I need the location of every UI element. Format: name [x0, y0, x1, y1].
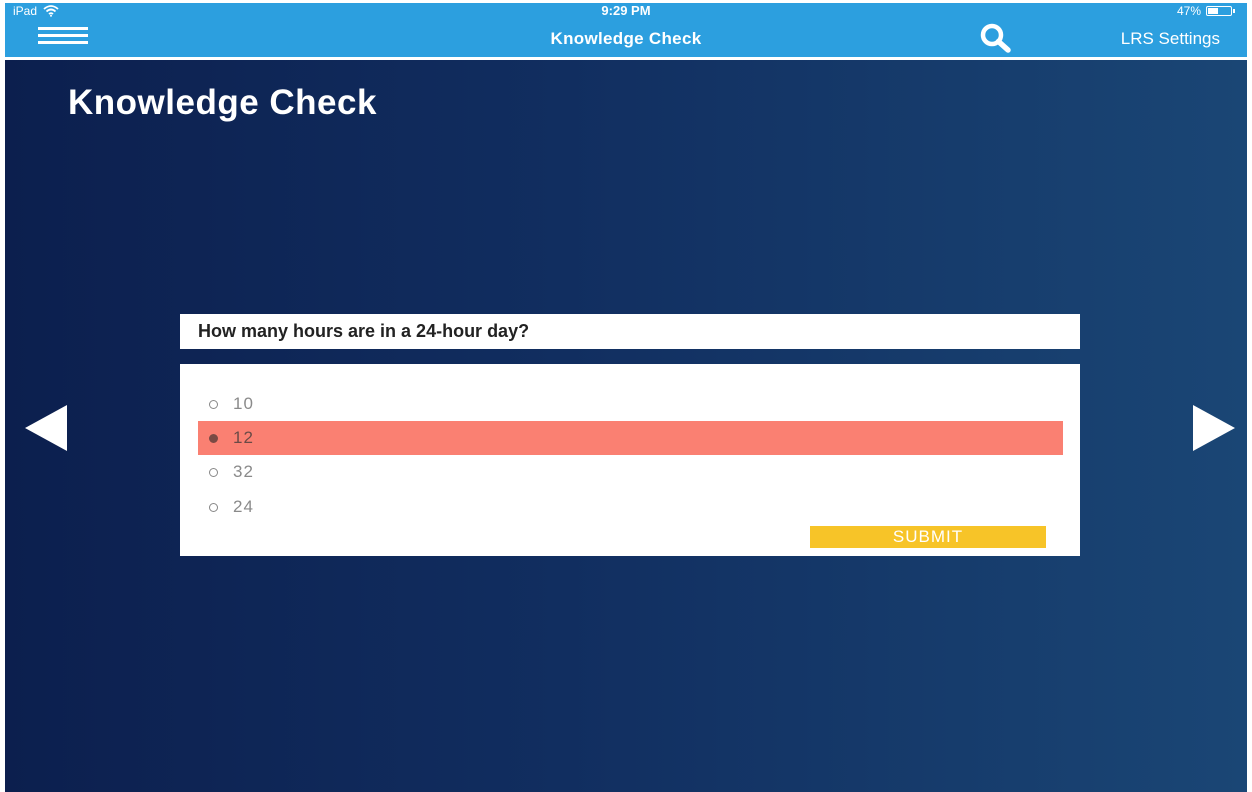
option-label: 10 — [233, 394, 254, 413]
battery-icon — [1206, 6, 1232, 16]
top-bar: iPad 9:29 PM 47% Knowledge Check LRS Set… — [5, 3, 1247, 57]
answer-option-32[interactable]: 32 — [198, 455, 1063, 489]
battery-percent: 47% — [1176, 4, 1201, 18]
option-label: 12 — [233, 428, 254, 447]
battery-tip — [1233, 9, 1235, 13]
nav-title: Knowledge Check — [550, 29, 702, 48]
submit-button[interactable]: SUBMIT — [810, 526, 1046, 548]
status-right: 47% — [1177, 3, 1235, 19]
radio-icon[interactable] — [209, 502, 218, 512]
answer-options-panel: 10 12 32 24 SUBMIT — [180, 364, 1080, 556]
nav-divider — [5, 57, 1247, 60]
radio-icon[interactable] — [209, 467, 218, 477]
page-title: Knowledge Check — [68, 83, 377, 122]
status-time: 9:29 PM — [601, 3, 651, 18]
app-screen: iPad 9:29 PM 47% Knowledge Check LRS Set… — [5, 3, 1247, 792]
radio-icon[interactable] — [209, 399, 218, 409]
option-label: 32 — [233, 462, 254, 481]
status-bar: iPad 9:29 PM 47% — [5, 3, 1247, 19]
lrs-settings-button[interactable]: LRS Settings — [1121, 29, 1220, 49]
triangle-left-icon[interactable] — [25, 405, 67, 451]
battery-fill — [1208, 8, 1218, 14]
triangle-right-icon[interactable] — [1193, 405, 1235, 451]
search-icon[interactable] — [979, 23, 1013, 53]
answer-option-12[interactable]: 12 — [198, 421, 1063, 455]
answer-option-24[interactable]: 24 — [198, 490, 1063, 524]
option-label: 24 — [233, 497, 254, 516]
answer-option-10[interactable]: 10 — [198, 387, 1063, 421]
question-text: How many hours are in a 24-hour day? — [180, 314, 1080, 349]
radio-icon[interactable] — [209, 433, 218, 443]
